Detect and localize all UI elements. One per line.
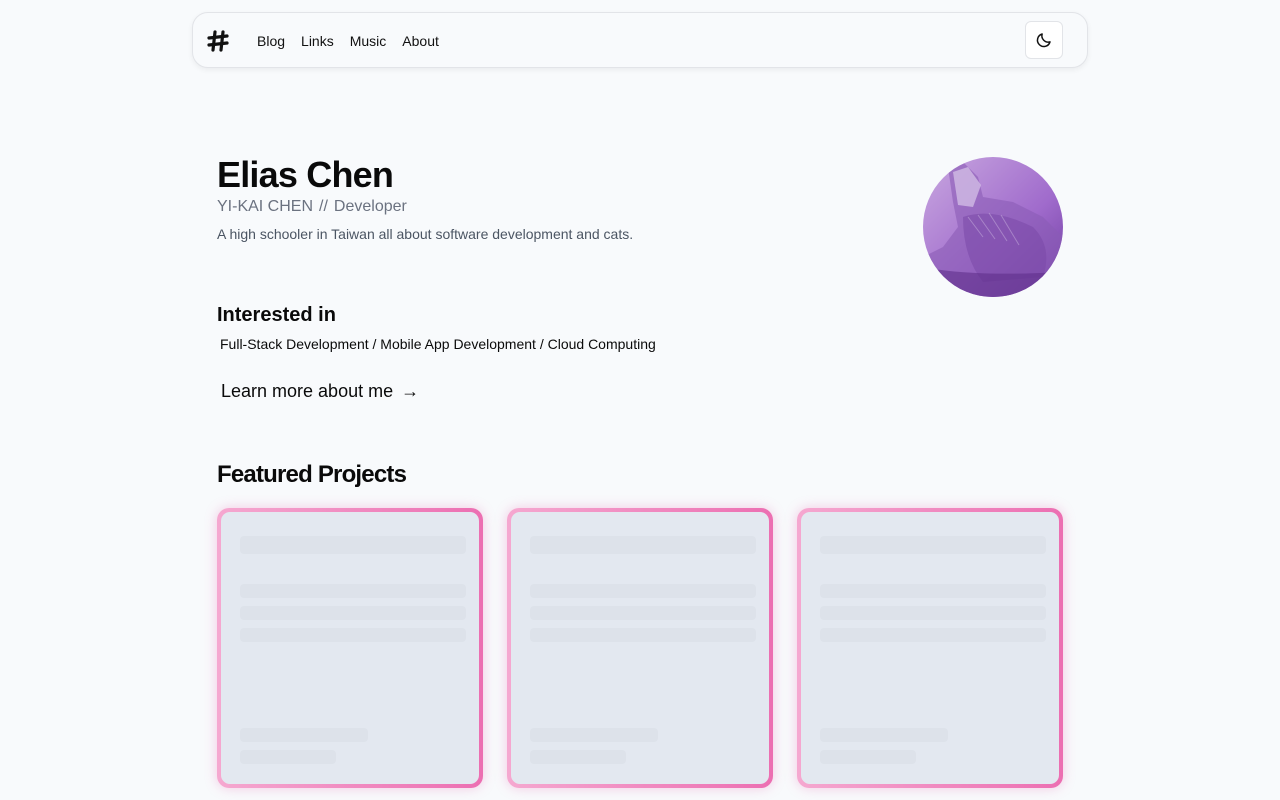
role: Developer <box>333 198 407 215</box>
skeleton-title <box>820 536 1046 554</box>
skeleton-meta <box>820 728 948 742</box>
skeleton-line <box>240 606 466 620</box>
skeleton-line <box>530 606 756 620</box>
moon-icon <box>1036 33 1051 48</box>
hero-name: Elias Chen <box>217 154 394 195</box>
skeleton-meta <box>240 728 368 742</box>
skeleton-meta <box>530 750 626 764</box>
project-card-1[interactable] <box>217 508 483 788</box>
learn-more-link[interactable]: Learn more about me → <box>221 381 419 402</box>
arrow-right-icon: → <box>401 381 420 401</box>
skeleton-line <box>530 628 756 642</box>
project-card-2[interactable] <box>507 508 773 788</box>
featured-projects-heading: Featured Projects <box>217 461 407 488</box>
learn-more-label: Learn more about me <box>221 381 394 401</box>
hashtag-icon[interactable] <box>206 29 230 53</box>
romanized-name: YI-KAI CHEN <box>217 198 314 215</box>
skeleton-meta <box>240 750 336 764</box>
skeleton-meta <box>530 728 658 742</box>
skeleton-meta <box>820 750 916 764</box>
skeleton-title <box>240 536 466 554</box>
theme-toggle-button[interactable] <box>1025 21 1063 59</box>
hero-subtitle: YI-KAI CHEN // Developer <box>217 198 407 216</box>
nav-link-music[interactable]: Music <box>342 33 395 49</box>
nav-link-links[interactable]: Links <box>293 33 342 49</box>
nav-link-blog[interactable]: Blog <box>249 33 293 49</box>
project-card-skeleton <box>511 512 769 784</box>
hero-description: A high schooler in Taiwan all about soft… <box>217 226 634 242</box>
avatar-image <box>923 157 1063 297</box>
subtitle-separator: // <box>319 198 328 215</box>
nav-links: Blog Links Music About <box>249 13 447 69</box>
interests-heading: Interested in <box>217 304 336 326</box>
skeleton-line <box>820 584 1046 598</box>
project-card-skeleton <box>221 512 479 784</box>
nav-link-about[interactable]: About <box>394 33 447 49</box>
avatar <box>923 157 1063 297</box>
skeleton-line <box>820 628 1046 642</box>
skeleton-title <box>530 536 756 554</box>
project-card-3[interactable] <box>797 508 1063 788</box>
skeleton-line <box>240 584 466 598</box>
project-card-skeleton <box>801 512 1059 784</box>
skeleton-line <box>530 584 756 598</box>
skeleton-line <box>820 606 1046 620</box>
skeleton-line <box>240 628 466 642</box>
interests-list: Full-Stack Development / Mobile App Deve… <box>220 336 656 352</box>
top-navbar: Blog Links Music About <box>192 12 1088 68</box>
